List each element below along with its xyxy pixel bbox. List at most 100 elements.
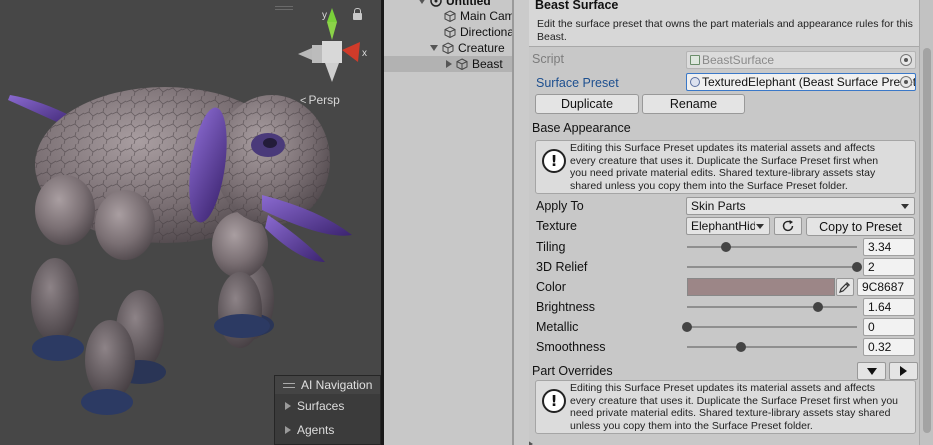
rename-button[interactable]: Rename bbox=[642, 94, 745, 114]
expand-all-button[interactable] bbox=[889, 362, 918, 380]
chevron-down-icon bbox=[901, 204, 909, 209]
help-text: Editing this Surface Preset updates its … bbox=[570, 382, 898, 432]
ai-navigation-overlay[interactable]: AI Navigation Surfaces Agents bbox=[274, 375, 381, 445]
scene-view[interactable]: y x < Persp AI Navigation Surfaces Agents bbox=[0, 0, 381, 445]
smoothness-label: Smoothness bbox=[536, 340, 606, 354]
help-text: Editing this Surface Preset updates its … bbox=[570, 142, 878, 192]
relief-slider-track[interactable] bbox=[687, 266, 857, 268]
base-appearance-help-box: ! Editing this Surface Preset updates it… bbox=[535, 140, 916, 194]
part-overrides-title: Part Overrides bbox=[532, 364, 613, 378]
hierarchy-label: Directional Light bbox=[460, 25, 512, 39]
tiling-input[interactable]: 3.34 bbox=[863, 238, 915, 256]
help-line: every creature that uses it. Duplicate t… bbox=[570, 394, 898, 407]
brightness-slider-track[interactable] bbox=[687, 306, 857, 308]
texture-label: Texture bbox=[536, 219, 577, 233]
texture-dropdown[interactable]: ElephantHide bbox=[686, 217, 770, 235]
unity-scene-icon bbox=[430, 0, 442, 7]
nav-item-agents[interactable]: Agents bbox=[275, 418, 380, 442]
color-swatch[interactable] bbox=[687, 278, 835, 296]
script-value: BeastSurface bbox=[702, 53, 775, 67]
smoothness-input[interactable]: 0.32 bbox=[863, 338, 915, 356]
nav-item-label: Surfaces bbox=[297, 399, 345, 413]
hierarchy-label: Main Camera bbox=[460, 9, 512, 23]
object-picker-icon[interactable] bbox=[900, 76, 912, 88]
base-appearance-foldout[interactable]: Base Appearance bbox=[529, 119, 919, 137]
hierarchy-label: Untitled bbox=[446, 0, 491, 8]
help-line: Editing this Surface Preset updates its … bbox=[570, 382, 876, 394]
apply-to-value: Skin Parts bbox=[691, 199, 746, 213]
tiling-slider-track[interactable] bbox=[687, 246, 857, 248]
metallic-slider-track[interactable] bbox=[687, 326, 857, 328]
apply-to-label: Apply To bbox=[536, 199, 584, 213]
chevron-left-icon: < bbox=[300, 95, 307, 107]
gizmo-x-label: x bbox=[362, 48, 367, 59]
color-label: Color bbox=[536, 280, 566, 294]
surface-preset-value: TexturedElephant (Beast Surface Preset) bbox=[702, 75, 916, 89]
help-line: every creature that uses it. Duplicate t… bbox=[570, 154, 879, 167]
view-mode-toggle[interactable]: < Persp bbox=[300, 93, 340, 107]
cube-icon bbox=[444, 10, 456, 22]
help-line: need private material edits. Shared text… bbox=[570, 407, 891, 419]
relief-label: 3D Relief bbox=[536, 260, 588, 274]
duplicate-button[interactable]: Duplicate bbox=[535, 94, 639, 114]
metallic-label: Metallic bbox=[536, 320, 579, 334]
metallic-input[interactable]: 0 bbox=[863, 318, 915, 336]
collapse-all-button[interactable] bbox=[857, 362, 886, 380]
inspector-scrollbar[interactable] bbox=[919, 0, 933, 445]
help-line: you need private material edits. Shared … bbox=[570, 167, 876, 179]
surface-preset-label: Surface Preset bbox=[536, 76, 619, 90]
inspector-gutter bbox=[514, 0, 529, 445]
drag-grip[interactable] bbox=[275, 6, 293, 10]
script-field: BeastSurface bbox=[686, 51, 916, 69]
relief-input[interactable]: 2 bbox=[863, 258, 915, 276]
eyedropper-button[interactable] bbox=[836, 278, 854, 296]
gizmo-y-label: y bbox=[322, 10, 327, 21]
script-icon bbox=[690, 55, 700, 65]
eyedropper-icon bbox=[839, 282, 850, 293]
expand-icon[interactable] bbox=[430, 45, 438, 51]
script-label: Script bbox=[532, 52, 564, 66]
collapse-all-icon bbox=[866, 367, 877, 375]
hierarchy-row-directional-light[interactable]: Directional Light bbox=[384, 24, 512, 40]
apply-to-dropdown[interactable]: Skin Parts bbox=[686, 197, 915, 215]
next-foldout-arrow-icon[interactable] bbox=[529, 440, 533, 445]
color-hex-input[interactable]: 9C8687 bbox=[857, 278, 915, 296]
component-title: Beast Surface bbox=[535, 0, 619, 12]
tiling-label: Tiling bbox=[536, 240, 566, 254]
ai-navigation-title-bar[interactable]: AI Navigation bbox=[275, 376, 380, 394]
scrollbar-thumb[interactable] bbox=[923, 48, 931, 433]
smoothness-slider-track[interactable] bbox=[687, 346, 857, 348]
metallic-slider-handle[interactable] bbox=[682, 322, 692, 332]
surface-preset-field[interactable]: TexturedElephant (Beast Surface Preset) bbox=[686, 73, 916, 91]
help-line: Editing this Surface Preset updates its … bbox=[570, 142, 876, 154]
nav-item-surfaces[interactable]: Surfaces bbox=[275, 394, 380, 418]
cube-icon bbox=[456, 58, 468, 70]
hierarchy-label: Beast bbox=[472, 57, 503, 71]
smoothness-slider-handle[interactable] bbox=[736, 342, 747, 352]
info-icon: ! bbox=[542, 389, 566, 413]
copy-to-preset-button[interactable]: Copy to Preset bbox=[806, 217, 915, 236]
expand-icon[interactable] bbox=[418, 0, 426, 4]
drag-handle-icon[interactable] bbox=[283, 382, 295, 388]
help-line: shared unless you copy them into the Sur… bbox=[570, 179, 848, 192]
view-mode-label: Persp bbox=[308, 93, 340, 107]
hierarchy-row-main-camera[interactable]: Main Camera bbox=[384, 8, 512, 24]
info-icon: ! bbox=[542, 149, 566, 173]
hierarchy-label: Creature bbox=[458, 41, 505, 55]
cube-icon bbox=[442, 42, 454, 54]
tiling-slider-handle[interactable] bbox=[721, 242, 732, 252]
object-picker-icon bbox=[900, 54, 912, 66]
gizmo-icon[interactable]: y x bbox=[292, 8, 372, 86]
relief-slider-handle[interactable] bbox=[852, 262, 862, 272]
brightness-input[interactable]: 1.64 bbox=[863, 298, 915, 316]
component-header: Beast Surface Edit the surface preset th… bbox=[529, 0, 919, 47]
hierarchy-row-beast[interactable]: Beast bbox=[384, 56, 512, 72]
hierarchy-row-creature[interactable]: Creature bbox=[384, 40, 512, 56]
collapse-icon[interactable] bbox=[446, 60, 452, 68]
hierarchy-panel[interactable]: Untitled Main Camera Directional Light C… bbox=[384, 0, 512, 445]
inspector-panel[interactable]: Beast Surface Edit the surface preset th… bbox=[529, 0, 919, 445]
refresh-button[interactable] bbox=[774, 217, 802, 235]
cube-icon bbox=[444, 26, 456, 38]
chevron-right-icon bbox=[285, 426, 291, 434]
brightness-slider-handle[interactable] bbox=[812, 302, 823, 312]
